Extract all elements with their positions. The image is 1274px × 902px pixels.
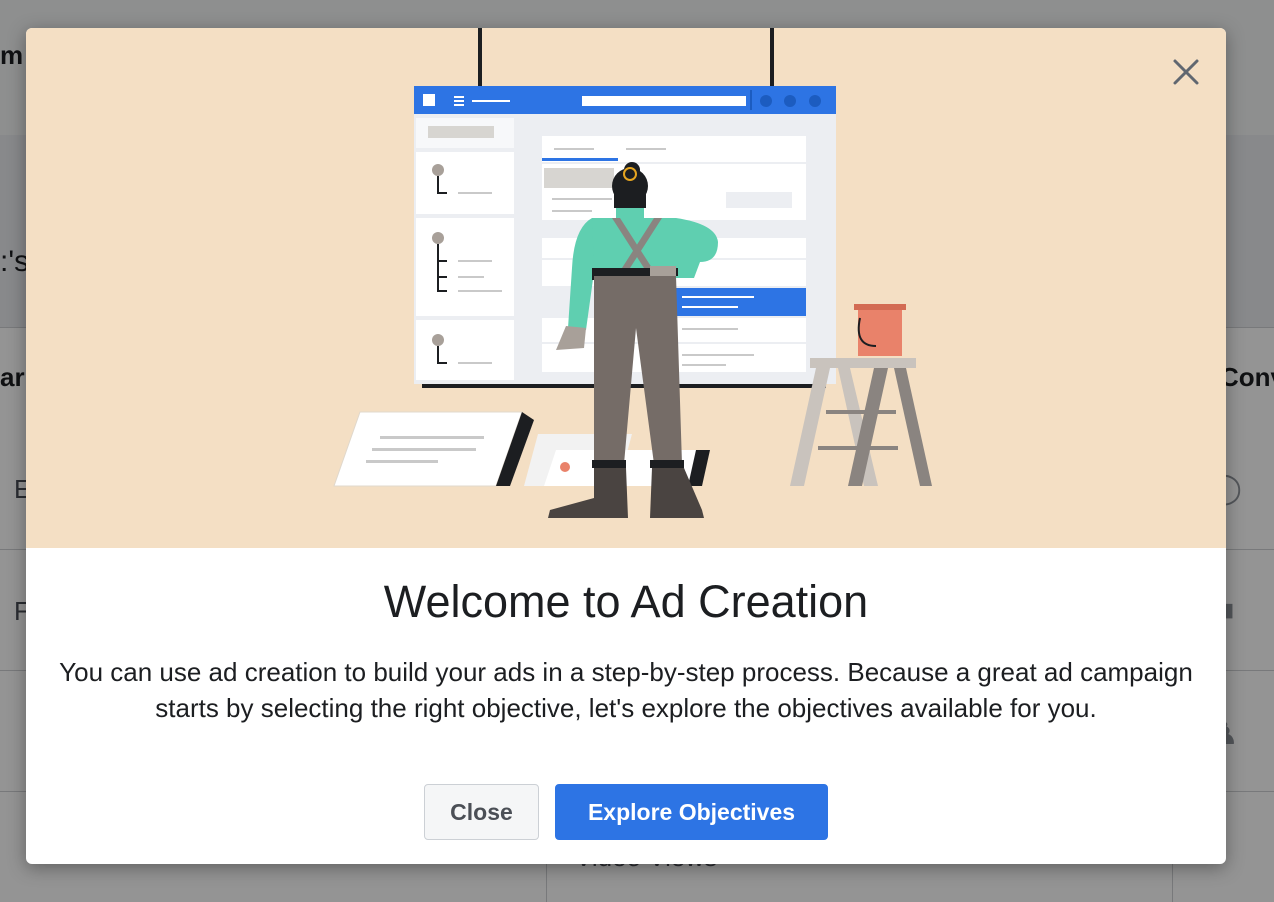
explore-objectives-button[interactable]: Explore Objectives	[555, 784, 828, 840]
ad-creation-illustration	[333, 28, 932, 518]
hero-banner	[26, 28, 1226, 548]
dialog-body: You can use ad creation to build your ad…	[59, 657, 1193, 723]
close-icon[interactable]	[1166, 52, 1206, 92]
close-button[interactable]: Close	[424, 784, 539, 840]
welcome-dialog: Welcome to Ad Creation You can use ad cr…	[26, 28, 1226, 864]
dialog-title: Welcome to Ad Creation	[383, 576, 869, 627]
